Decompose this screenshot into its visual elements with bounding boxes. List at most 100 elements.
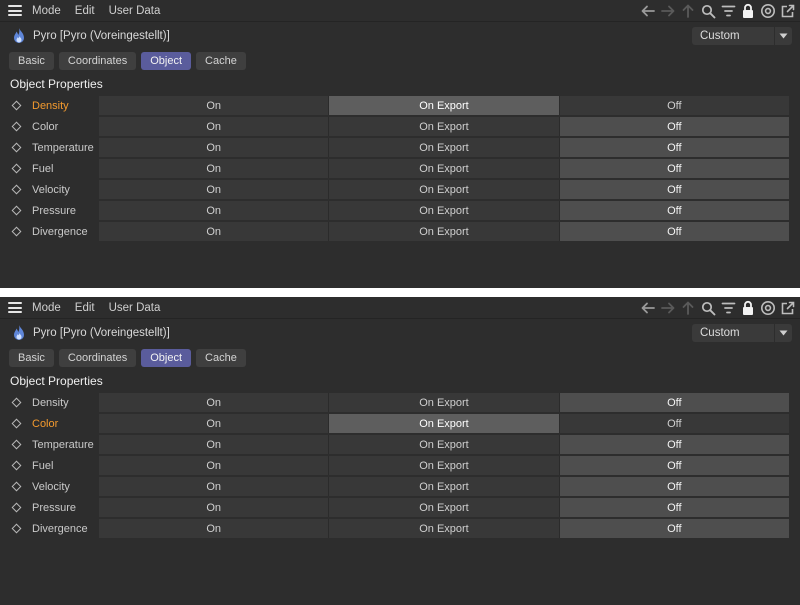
option-off-button[interactable]: Off bbox=[559, 414, 789, 433]
keyframe-diamond-icon[interactable] bbox=[0, 434, 24, 455]
option-on-button[interactable]: On bbox=[99, 180, 330, 199]
tab-bar: Basic Coordinates Object Cache bbox=[0, 347, 800, 369]
option-on-export-button[interactable]: On Export bbox=[329, 117, 560, 136]
menubar: Mode Edit User Data bbox=[0, 297, 800, 319]
option-on-export-button[interactable]: On Export bbox=[329, 435, 560, 454]
option-on-button[interactable]: On bbox=[99, 477, 330, 496]
menu-item-user-data[interactable]: User Data bbox=[109, 5, 161, 17]
option-on-button[interactable]: On bbox=[99, 201, 330, 220]
option-on-export-button[interactable]: On Export bbox=[329, 138, 560, 157]
keyframe-diamond-icon[interactable] bbox=[0, 116, 24, 137]
option-on-button[interactable]: On bbox=[99, 159, 330, 178]
menu-item-mode[interactable]: Mode bbox=[32, 5, 61, 17]
option-on-export-button[interactable]: On Export bbox=[329, 96, 560, 115]
option-on-export-button[interactable]: On Export bbox=[329, 519, 560, 538]
option-on-export-button[interactable]: On Export bbox=[329, 498, 560, 517]
option-off-button[interactable]: Off bbox=[559, 393, 789, 412]
option-on-button[interactable]: On bbox=[99, 222, 330, 241]
arrow-right-icon[interactable] bbox=[660, 299, 676, 317]
option-on-button[interactable]: On bbox=[99, 117, 330, 136]
preset-dropdown-value: Custom bbox=[700, 30, 740, 42]
option-off-button[interactable]: Off bbox=[559, 498, 789, 517]
hamburger-menu-icon[interactable] bbox=[8, 5, 22, 16]
keyframe-diamond-icon[interactable] bbox=[0, 221, 24, 242]
filter-icon[interactable] bbox=[720, 2, 736, 20]
tab-cache[interactable]: Cache bbox=[196, 52, 246, 70]
option-on-button[interactable]: On bbox=[99, 393, 330, 412]
keyframe-diamond-icon[interactable] bbox=[0, 137, 24, 158]
new-window-icon[interactable] bbox=[780, 2, 796, 20]
arrow-left-icon[interactable] bbox=[640, 2, 656, 20]
menu-item-user-data[interactable]: User Data bbox=[109, 302, 161, 314]
option-off-button[interactable]: Off bbox=[559, 117, 789, 136]
preset-dropdown[interactable]: Custom bbox=[692, 324, 792, 342]
option-on-button[interactable]: On bbox=[99, 138, 330, 157]
menu-item-edit[interactable]: Edit bbox=[75, 302, 95, 314]
property-label: Density bbox=[32, 396, 69, 409]
option-on-button[interactable]: On bbox=[99, 96, 330, 115]
option-off-button[interactable]: Off bbox=[559, 159, 789, 178]
option-off-button[interactable]: Off bbox=[559, 435, 789, 454]
search-icon[interactable] bbox=[700, 299, 716, 317]
target-icon[interactable] bbox=[760, 2, 776, 20]
tab-object[interactable]: Object bbox=[141, 52, 192, 70]
new-window-icon[interactable] bbox=[780, 299, 796, 317]
option-off-button[interactable]: Off bbox=[559, 180, 789, 199]
option-on-export-button[interactable]: On Export bbox=[329, 159, 560, 178]
property-label: Color bbox=[32, 120, 59, 133]
arrow-right-icon[interactable] bbox=[660, 2, 676, 20]
property-row-density: Density On On Export Off bbox=[0, 95, 800, 116]
keyframe-diamond-icon[interactable] bbox=[0, 455, 24, 476]
option-off-button[interactable]: Off bbox=[559, 519, 789, 538]
option-on-export-button[interactable]: On Export bbox=[329, 477, 560, 496]
keyframe-diamond-icon[interactable] bbox=[0, 476, 24, 497]
keyframe-diamond-icon[interactable] bbox=[0, 179, 24, 200]
keyframe-diamond-icon[interactable] bbox=[0, 200, 24, 221]
keyframe-diamond-icon[interactable] bbox=[0, 392, 24, 413]
keyframe-diamond-icon[interactable] bbox=[0, 518, 24, 539]
tab-coordinates[interactable]: Coordinates bbox=[58, 349, 137, 367]
option-on-export-button[interactable]: On Export bbox=[329, 201, 560, 220]
keyframe-diamond-icon[interactable] bbox=[0, 497, 24, 518]
target-icon[interactable] bbox=[760, 299, 776, 317]
tab-coordinates[interactable]: Coordinates bbox=[58, 52, 137, 70]
option-on-export-button[interactable]: On Export bbox=[329, 414, 560, 433]
property-row-color: Color On On Export Off bbox=[0, 413, 800, 434]
option-on-button[interactable]: On bbox=[99, 498, 330, 517]
tab-basic[interactable]: Basic bbox=[9, 52, 54, 70]
option-on-export-button[interactable]: On Export bbox=[329, 180, 560, 199]
preset-dropdown[interactable]: Custom bbox=[692, 27, 792, 45]
keyframe-diamond-icon[interactable] bbox=[0, 413, 24, 434]
option-on-export-button[interactable]: On Export bbox=[329, 456, 560, 475]
arrow-left-icon[interactable] bbox=[640, 299, 656, 317]
search-icon[interactable] bbox=[700, 2, 716, 20]
option-on-button[interactable]: On bbox=[99, 435, 330, 454]
option-on-button[interactable]: On bbox=[99, 456, 330, 475]
option-off-button[interactable]: Off bbox=[559, 456, 789, 475]
option-on-button[interactable]: On bbox=[99, 519, 330, 538]
arrow-up-icon[interactable] bbox=[680, 299, 696, 317]
keyframe-diamond-icon[interactable] bbox=[0, 158, 24, 179]
option-on-export-button[interactable]: On Export bbox=[329, 393, 560, 412]
tab-basic[interactable]: Basic bbox=[9, 349, 54, 367]
filter-icon[interactable] bbox=[720, 299, 736, 317]
hamburger-menu-icon[interactable] bbox=[8, 302, 22, 313]
arrow-up-icon[interactable] bbox=[680, 2, 696, 20]
menu-item-edit[interactable]: Edit bbox=[75, 5, 95, 17]
option-on-button[interactable]: On bbox=[99, 414, 330, 433]
option-off-button[interactable]: Off bbox=[559, 222, 789, 241]
option-off-button[interactable]: Off bbox=[559, 201, 789, 220]
property-row-temperature: Temperature On On Export Off bbox=[0, 137, 800, 158]
option-off-button[interactable]: Off bbox=[559, 477, 789, 496]
property-row-density: Density On On Export Off bbox=[0, 392, 800, 413]
option-on-export-button[interactable]: On Export bbox=[329, 222, 560, 241]
lock-icon[interactable] bbox=[740, 299, 756, 317]
keyframe-diamond-icon[interactable] bbox=[0, 95, 24, 116]
option-off-button[interactable]: Off bbox=[559, 138, 789, 157]
lock-icon[interactable] bbox=[740, 2, 756, 20]
option-off-button[interactable]: Off bbox=[559, 96, 789, 115]
mode-segmented-control: On On Export Off bbox=[99, 414, 789, 433]
tab-cache[interactable]: Cache bbox=[196, 349, 246, 367]
menu-item-mode[interactable]: Mode bbox=[32, 302, 61, 314]
tab-object[interactable]: Object bbox=[141, 349, 192, 367]
